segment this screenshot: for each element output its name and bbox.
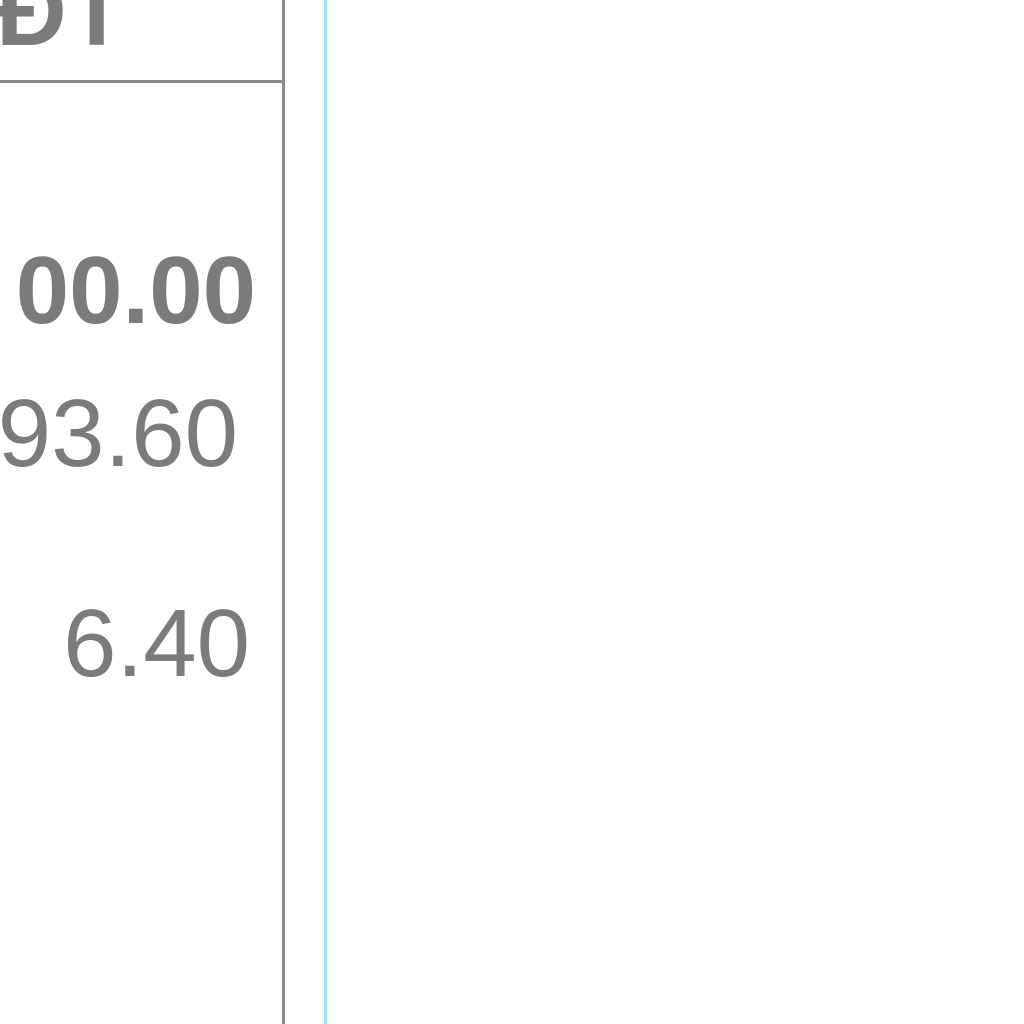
row-value: 6.40 (63, 590, 250, 697)
selection-guide-line (324, 0, 327, 1024)
column-header: ĐT (0, 0, 282, 83)
page: ĐT 00.00 93.60 6.40 (0, 0, 1024, 1024)
table-column: ĐT 00.00 93.60 6.40 (0, 0, 285, 1024)
total-value: 00.00 (15, 237, 256, 344)
row-value: 93.60 (0, 380, 238, 487)
column-header-label: ĐT (0, 0, 127, 66)
